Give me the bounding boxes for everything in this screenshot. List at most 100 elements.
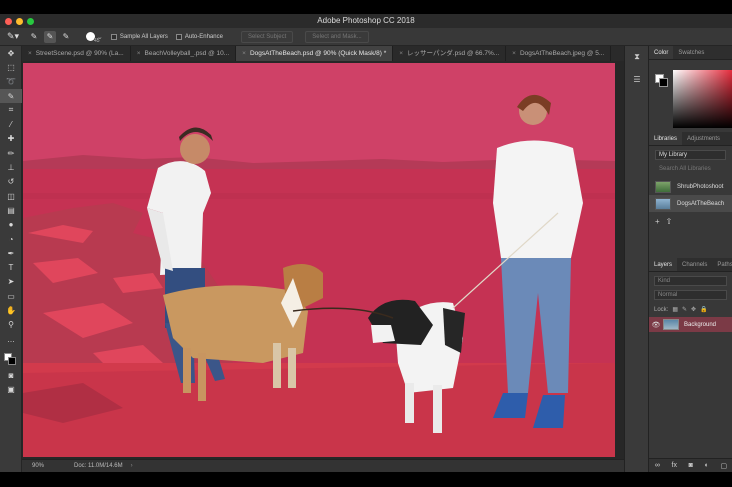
marquee-tool-icon[interactable]: ⬚ [0, 60, 22, 74]
libraries-panel: My Library Search All Libraries ShrubPho… [649, 150, 732, 258]
color-field[interactable] [673, 70, 732, 128]
new-layer-icon[interactable]: ▢ [721, 462, 728, 470]
tab-label: DogsAtTheBeach.jpeg @ 5... [519, 50, 605, 57]
brush-tool-icon[interactable]: ✏ [0, 146, 22, 160]
fx-icon[interactable]: fx [672, 462, 677, 469]
crop-tool-icon[interactable]: ⌗ [0, 103, 22, 117]
library-item-thumbnail [655, 180, 671, 193]
hand-tool-icon[interactable]: ✋ [0, 303, 22, 317]
quick-selection-tool-icon[interactable]: ✎ [0, 88, 22, 104]
status-menu-arrow[interactable]: › [131, 463, 133, 469]
eyedropper-tool-icon[interactable]: ⁄ [0, 117, 22, 131]
link-layers-icon[interactable]: ∞ [655, 462, 660, 469]
close-tab-icon[interactable]: × [242, 46, 246, 61]
blur-tool-icon[interactable]: ● [0, 218, 22, 232]
history-panel-icon[interactable]: ⧗ [625, 46, 649, 68]
panel-tab[interactable]: Color [649, 46, 674, 59]
select-subject-button[interactable]: Select Subject [240, 30, 294, 43]
panel-tab[interactable]: Layers [649, 258, 678, 271]
healing-brush-tool-icon[interactable]: ✚ [0, 132, 22, 146]
right-panels: Color Swatches Libraries Adjustments My Li… [648, 46, 732, 472]
document-tab[interactable]: × BeachVolleyball_.psd @ 10... [131, 46, 237, 61]
close-tab-icon[interactable]: × [399, 46, 403, 61]
toolbar: ✥ ⬚ ➰ ✎ ⌗ ⁄ ✚ ✏ ⊥ ↺ ◫ ▤ ● ◔ ✒ T ➤ ▭ ✋ ⚲… ◙ ▣ [0, 46, 22, 472]
lock-all-icon[interactable]: 🔒 [700, 306, 707, 313]
lock-position-icon[interactable]: ✥ [691, 306, 696, 313]
history-brush-tool-icon[interactable]: ↺ [0, 175, 22, 189]
adjustment-layer-icon[interactable]: ◐ [705, 462, 709, 469]
panel-tab[interactable]: Paths [712, 258, 732, 271]
tab-label: レッサーパンダ.psd @ 66.7%... [407, 50, 500, 57]
add-mask-icon[interactable]: ◙ [689, 462, 693, 469]
layer-kind-filter[interactable]: Kind [654, 276, 727, 286]
document-canvas[interactable] [23, 63, 615, 457]
lock-image-icon[interactable]: ✎ [682, 306, 687, 313]
layer-thumbnail [663, 319, 679, 330]
background-color-swatch[interactable] [8, 357, 16, 366]
dodge-tool-icon[interactable]: ◔ [0, 232, 22, 246]
rectangle-tool-icon[interactable]: ▭ [0, 289, 22, 303]
close-tab-icon[interactable]: × [512, 46, 516, 61]
library-footer: + ⇧ [649, 212, 732, 231]
sample-all-layers-checkbox[interactable] [110, 33, 117, 40]
blend-mode-select[interactable]: Normal [654, 290, 727, 300]
document-tabs: × StreetScene.psd @ 90% (La... × BeachVolle… [22, 46, 624, 61]
status-bar: 90% Doc: 11.0M/14.6M › [22, 459, 624, 472]
options-bar: ✎▾ ✎ ✎ ✎ 45 ⌄ Sample All Layers Auto-Enh… [0, 28, 732, 46]
document-tab[interactable]: × StreetScene.psd @ 90% (La... [22, 46, 131, 61]
title-bar: Adobe Photoshop CC 2018 [0, 14, 732, 28]
library-select[interactable]: My Library [655, 150, 726, 160]
quick-selection-icon[interactable]: ✎▾ [0, 29, 26, 45]
auto-enhance-checkbox[interactable] [175, 33, 182, 40]
lock-transparent-icon[interactable]: ▦ [672, 306, 678, 313]
libraries-panel-tabs: Libraries Adjustments [649, 132, 732, 146]
library-item[interactable]: DogsAtTheBeach [649, 195, 732, 212]
panel-background-swatch[interactable] [659, 78, 668, 87]
zoom-level[interactable]: 90% [22, 463, 62, 469]
lasso-tool-icon[interactable]: ➰ [0, 75, 22, 89]
upload-icon[interactable]: ⇧ [666, 217, 673, 226]
eraser-tool-icon[interactable]: ◫ [0, 189, 22, 203]
more-tools-icon[interactable]: … [0, 332, 22, 346]
layer-name: Background [684, 321, 717, 328]
zoom-tool-icon[interactable]: ⚲ [0, 318, 22, 332]
subtract-from-selection-icon[interactable]: ✎ [60, 31, 72, 43]
library-item-thumbnail [655, 197, 671, 210]
panel-tab[interactable]: Adjustments [682, 132, 725, 145]
panel-tab[interactable]: Swatches [673, 46, 709, 59]
panel-dock: ⧗ ☰ [624, 46, 648, 472]
panel-tab[interactable]: Libraries [649, 132, 683, 145]
color-panel [649, 60, 732, 132]
screen-mode-icon[interactable]: ▣ [0, 383, 22, 397]
close-tab-icon[interactable]: × [137, 46, 141, 61]
gradient-tool-icon[interactable]: ▤ [0, 203, 22, 217]
library-item[interactable]: ShrubPhotoshoot [649, 178, 732, 195]
lock-row: Lock: ▦ ✎ ✥ 🔒 [649, 304, 732, 315]
move-tool-icon[interactable]: ✥ [0, 46, 22, 60]
type-tool-icon[interactable]: T [0, 260, 22, 274]
select-and-mask-button[interactable]: Select and Mask... [305, 30, 369, 43]
add-content-icon[interactable]: + [655, 217, 660, 226]
visibility-eye-icon[interactable]: 👁 [649, 321, 663, 329]
properties-panel-icon[interactable]: ☰ [625, 68, 649, 90]
document-tab[interactable]: × DogsAtTheBeach.jpeg @ 5... [506, 46, 612, 61]
library-item-label: ShrubPhotoshoot [677, 183, 724, 190]
lock-label: Lock: [654, 306, 669, 313]
document-tab[interactable]: × レッサーパンダ.psd @ 66.7%... [393, 46, 507, 61]
add-to-selection-icon[interactable]: ✎ [44, 30, 56, 43]
close-tab-icon[interactable]: × [28, 46, 32, 61]
path-selection-tool-icon[interactable]: ➤ [0, 275, 22, 289]
color-swatches[interactable] [0, 350, 22, 368]
canvas-photo [23, 63, 615, 457]
document-tab[interactable]: × DogsAtTheBeach.psd @ 90% (Quick Mask/8)… [236, 46, 394, 61]
new-selection-icon[interactable]: ✎ [28, 31, 40, 43]
panel-tab[interactable]: Channels [677, 258, 712, 271]
auto-enhance-label: Auto-Enhance [184, 33, 223, 40]
canvas-area [22, 61, 624, 459]
quick-mask-icon[interactable]: ◙ [0, 368, 22, 382]
layer-row[interactable]: 👁 Background [649, 317, 732, 332]
layers-panel: Kind Normal Lock: ▦ ✎ ✥ 🔒 👁 Background ∞ … [649, 276, 732, 472]
clone-stamp-tool-icon[interactable]: ⊥ [0, 160, 22, 174]
pen-tool-icon[interactable]: ✒ [0, 246, 22, 260]
library-search-input[interactable]: Search All Libraries [655, 164, 726, 174]
